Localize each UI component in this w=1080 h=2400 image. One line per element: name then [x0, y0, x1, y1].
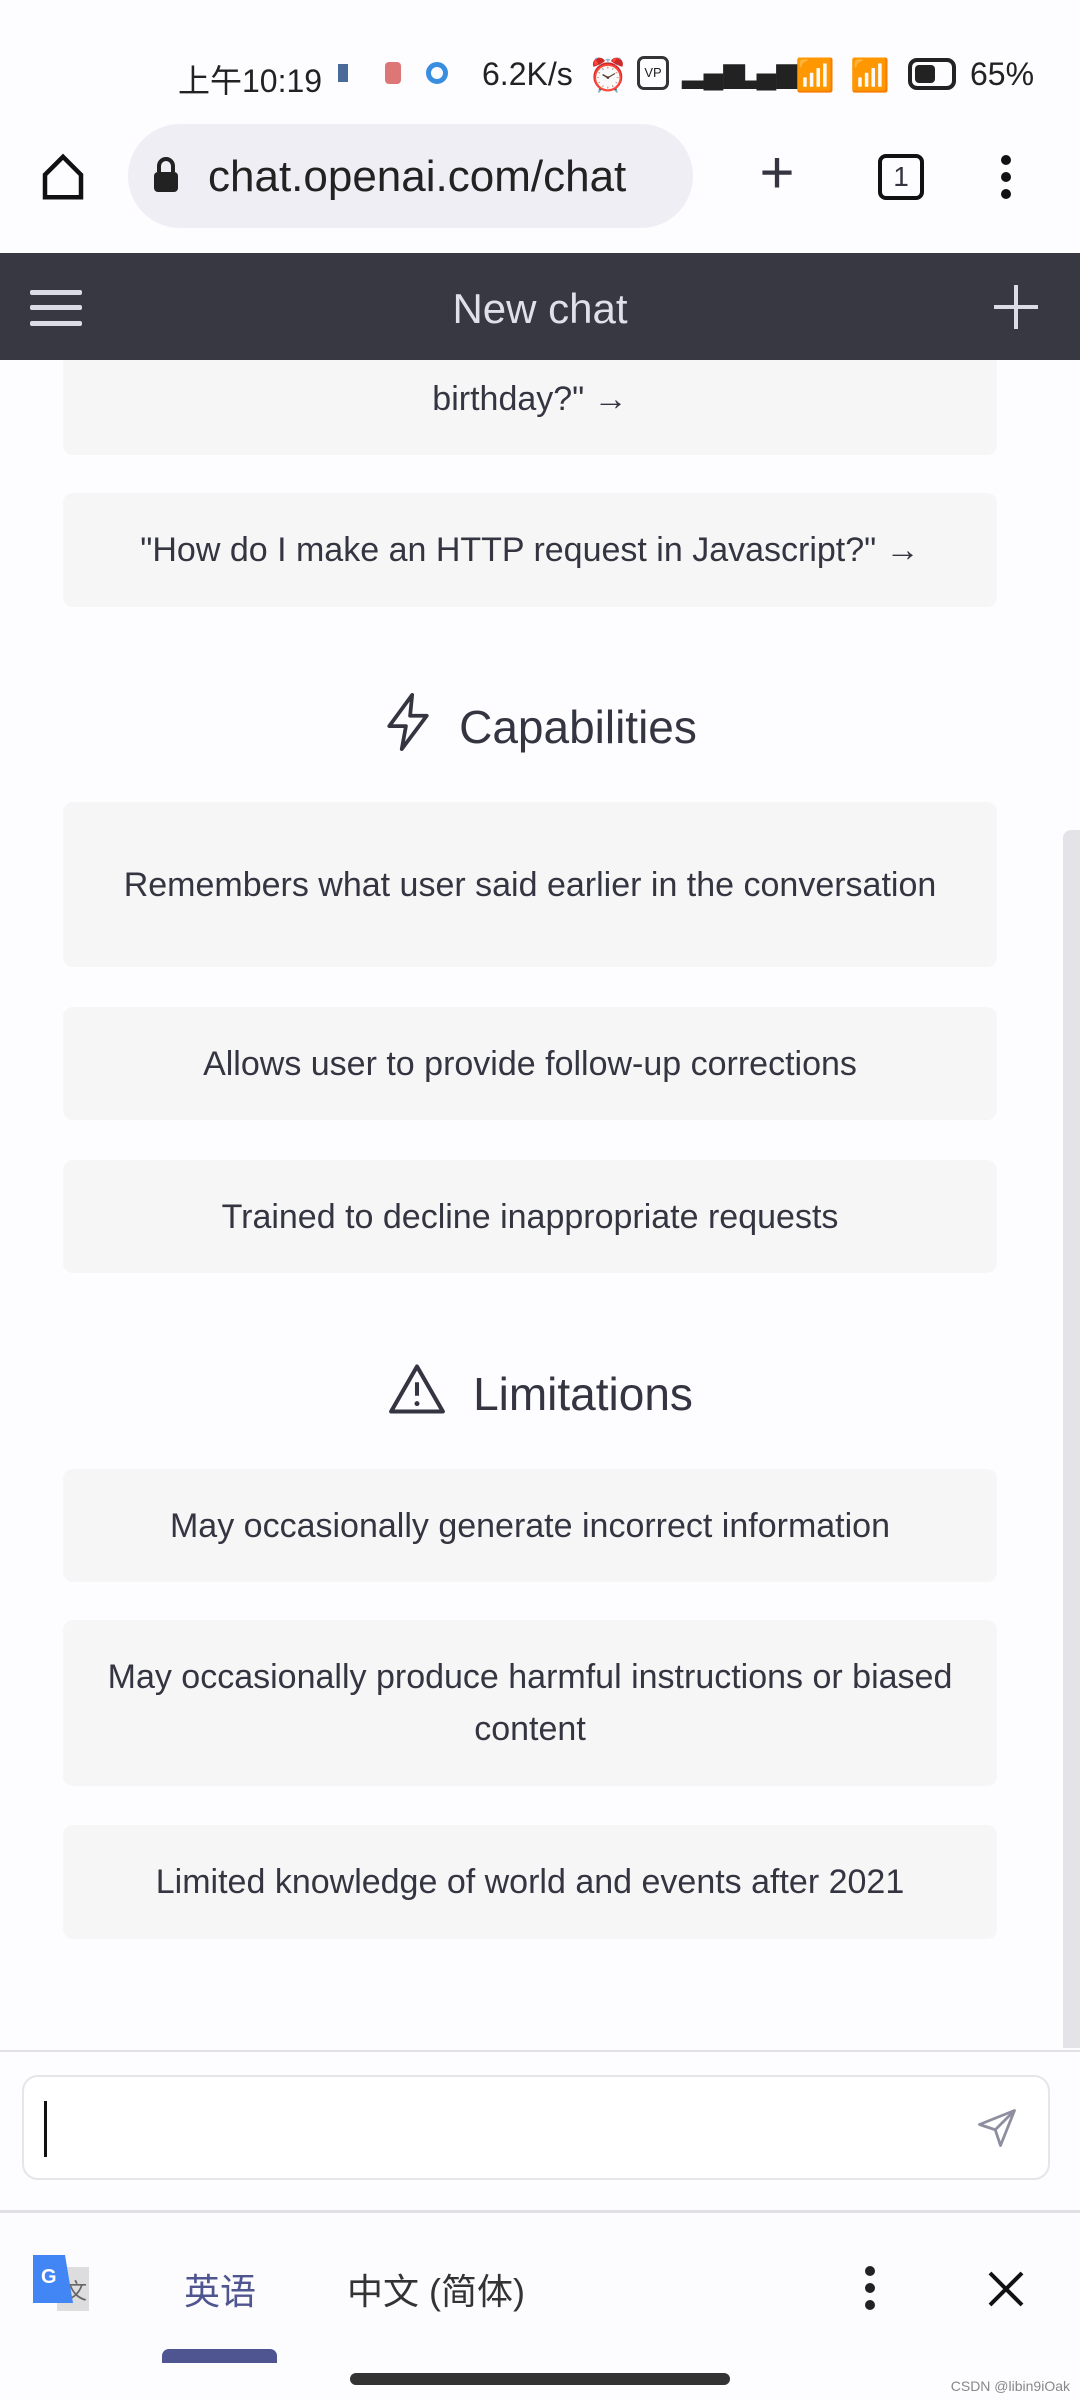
section-title: Limitations [473, 1368, 693, 1420]
chat-header: New chat [0, 253, 1080, 360]
wifi-icon: 📶 [795, 57, 835, 93]
translate-bar: 文G 英语 中文 (简体) [0, 2210, 1080, 2363]
network-speed: 6.2K/s [482, 56, 573, 92]
section-title: Capabilities [459, 701, 697, 753]
vpn-icon: VP [637, 56, 669, 90]
warning-icon [387, 1362, 447, 1427]
address-bar[interactable]: chat.openai.com/chat [128, 124, 693, 228]
google-translate-icon: 文G [33, 2255, 91, 2313]
new-chat-icon[interactable] [994, 285, 1038, 329]
scrollbar[interactable] [1063, 830, 1080, 2048]
capability-item: Trained to decline inappropriate request… [63, 1160, 997, 1273]
capabilities-heading: Capabilities [0, 692, 1080, 759]
lock-icon [153, 156, 179, 194]
svg-text:G: G [41, 2266, 57, 2288]
new-tab-icon[interactable]: + [752, 143, 802, 203]
page-title: New chat [452, 285, 628, 332]
close-icon[interactable] [988, 2271, 1024, 2307]
notification-icon [385, 62, 401, 84]
notification-icon [338, 64, 348, 82]
example-prompt[interactable]: "How do I make an HTTP request in Javasc… [63, 493, 997, 607]
wifi-icon: 📶 [850, 57, 890, 93]
watermark: CSDN @libin9iOak [950, 2378, 1070, 2394]
status-bar: 上午10:19 6.2K/s ⏰ VP ▂▄▆ ▂▄▆ 📶 📶 65% [0, 50, 1080, 100]
source-language-tab[interactable]: 英语 [184, 2263, 256, 2315]
home-icon[interactable] [36, 150, 90, 204]
message-input[interactable] [22, 2075, 1050, 2180]
url-text: chat.openai.com/chat [208, 152, 627, 201]
translate-options-icon[interactable] [860, 2265, 880, 2311]
example-prompt[interactable]: birthday?" → [63, 360, 997, 455]
limitations-heading: Limitations [0, 1362, 1080, 1426]
status-time: 上午10:19 [178, 63, 323, 99]
more-options-icon[interactable] [996, 152, 1016, 202]
lightning-icon [383, 692, 433, 763]
tab-switcher-button[interactable]: 1 [878, 154, 924, 200]
text-caret [44, 2101, 47, 2157]
limitation-item: May occasionally generate incorrect info… [63, 1469, 997, 1582]
home-indicator[interactable] [350, 2373, 730, 2385]
selected-tab-indicator [162, 2349, 277, 2363]
send-icon[interactable] [976, 2107, 1018, 2149]
alarm-icon: ⏰ [588, 57, 628, 93]
capability-item: Remembers what user said earlier in the … [63, 802, 997, 967]
capability-item: Allows user to provide follow-up correct… [63, 1007, 997, 1120]
battery-level: 65% [970, 56, 1035, 92]
limitation-item: May occasionally produce harmful instruc… [63, 1620, 997, 1786]
target-language-tab[interactable]: 中文 (简体) [347, 2263, 525, 2315]
notification-icon [426, 62, 448, 84]
signal-icon: ▂▄▆ [735, 57, 798, 88]
limitation-item: Limited knowledge of world and events af… [63, 1825, 997, 1939]
battery-icon [908, 58, 956, 90]
divider [0, 2050, 1080, 2052]
